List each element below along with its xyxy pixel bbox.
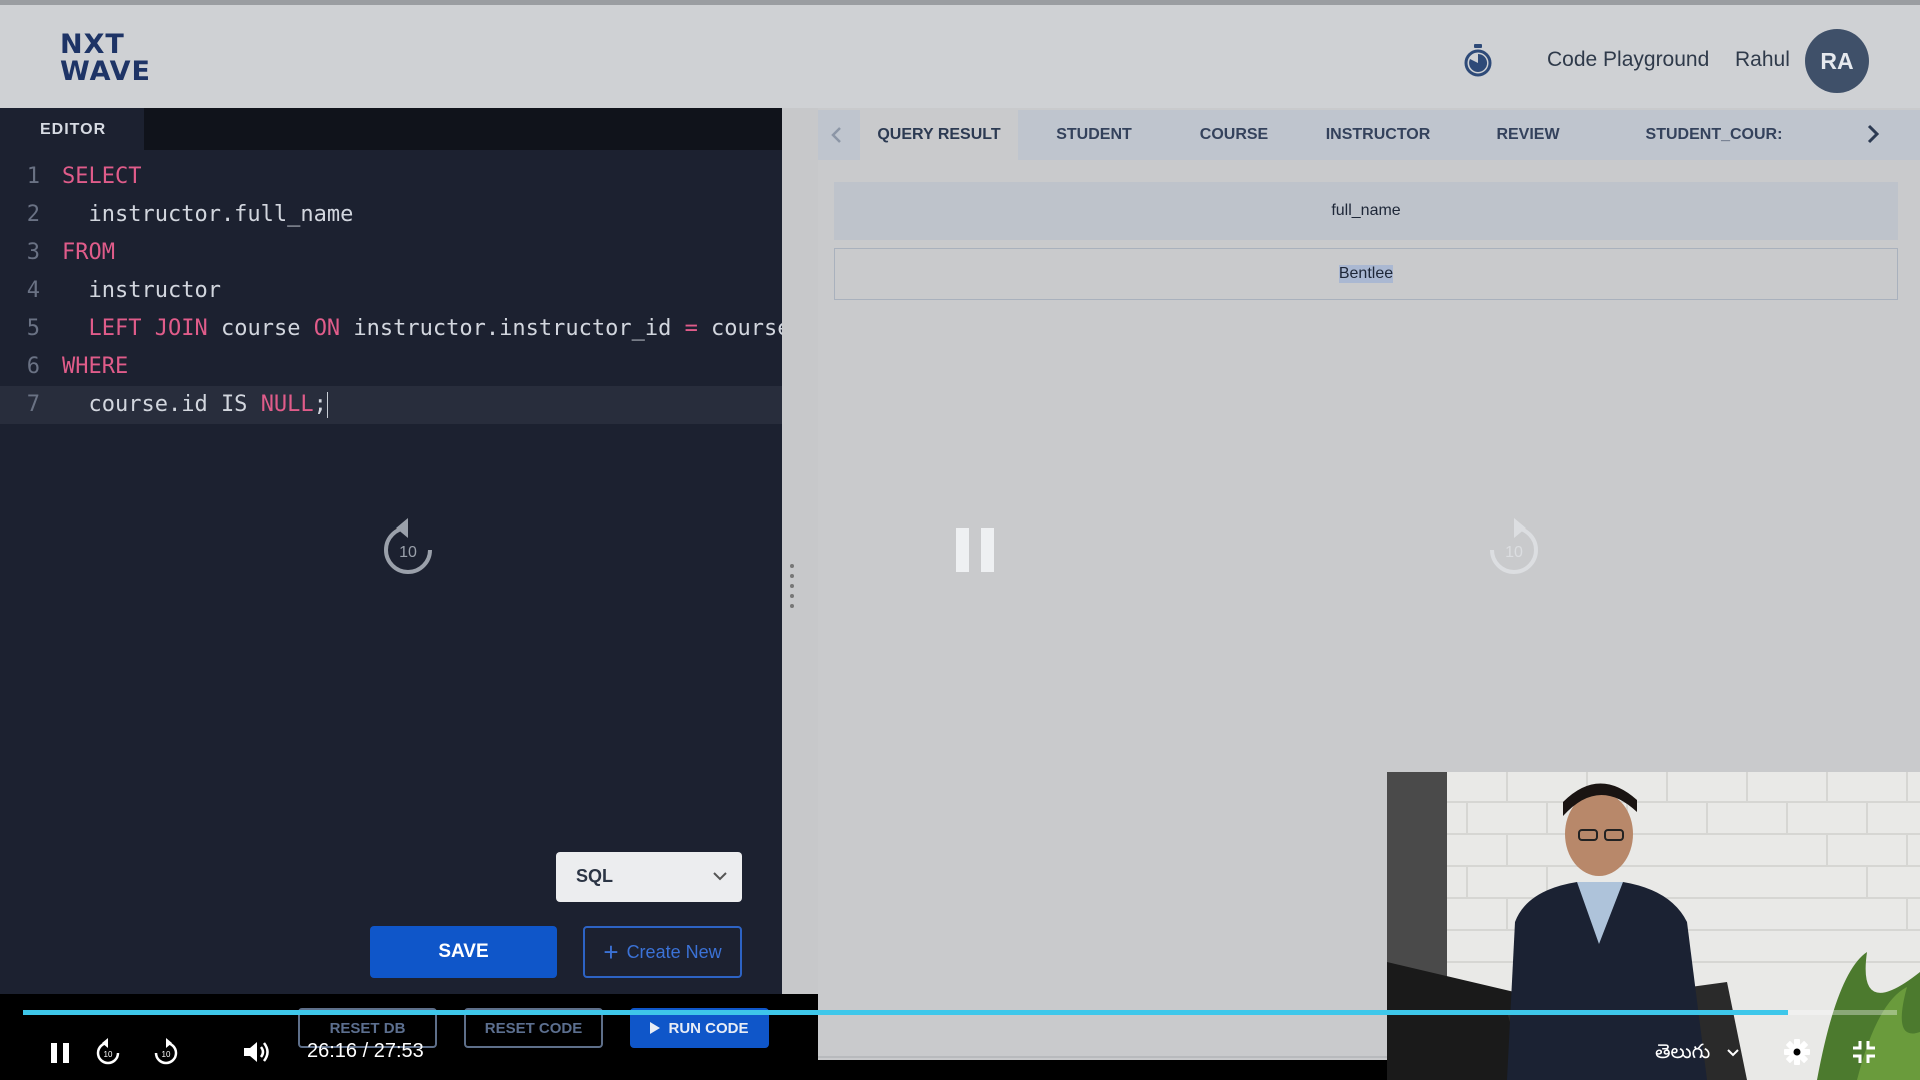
exit-fullscreen-icon[interactable] (1852, 1040, 1876, 1064)
code-editor[interactable]: EDITOR 1 SELECT 2 instructor.full_name 3 FRO… (0, 108, 782, 994)
code-line[interactable]: 5 LEFT JOIN course ON instructor.instruc… (0, 310, 782, 348)
result-tabbar: QUERY RESULT STUDENT COURSE INSTRUCTOR REVIE… (818, 110, 1920, 160)
pause-overlay-icon[interactable] (956, 528, 994, 572)
settings-gear-icon[interactable] (1784, 1039, 1810, 1065)
instructor-webcam-video (1387, 772, 1920, 1080)
video-progress-bar[interactable] (23, 1010, 1897, 1015)
total-duration: 27:53 (373, 1040, 424, 1062)
stopwatch-icon[interactable] (1462, 43, 1494, 77)
code-line[interactable]: 6 WHERE (0, 348, 782, 386)
plus-icon: + (603, 937, 619, 967)
svg-text:10: 10 (104, 1050, 113, 1059)
resize-grip-icon[interactable] (788, 564, 796, 616)
column-header-full-name: full_name (834, 182, 1898, 240)
top-header: NXT WAVE Code Playground Rahul RA (0, 0, 1920, 108)
code-keyword: SELECT (62, 164, 142, 189)
code-token: course. (711, 316, 782, 341)
audio-language-value: తెలుగు (1655, 1039, 1711, 1063)
editor-tabbar: EDITOR (0, 108, 782, 150)
code-keyword: LEFT JOIN (88, 316, 208, 341)
line-number: 7 (26, 392, 40, 417)
line-number: 4 (26, 278, 40, 303)
user-name: Rahul (1735, 48, 1790, 71)
line-number: 2 (26, 202, 40, 227)
code-text: SELECT (62, 158, 141, 196)
video-time: 26:16 / 27:53 (307, 1040, 424, 1063)
code-line[interactable]: 3 FROM (0, 234, 782, 272)
panel-divider[interactable] (782, 108, 818, 994)
play-icon (650, 1022, 661, 1034)
code-token: instructor (62, 278, 221, 303)
code-keyword: FROM (62, 240, 115, 265)
save-button[interactable]: SAVE (370, 926, 557, 978)
code-keyword: NULL (260, 392, 314, 417)
tab-query-result[interactable]: QUERY RESULT (860, 110, 1018, 160)
volume-icon[interactable] (242, 1039, 270, 1065)
create-new-label: Create New (626, 941, 722, 962)
pause-icon[interactable] (50, 1042, 70, 1064)
time-separator: / (362, 1040, 369, 1062)
code-keyword: ON (313, 316, 341, 341)
language-select-value: SQL (576, 866, 614, 886)
tab-student-cour[interactable]: STUDENT_COUR: (1598, 110, 1830, 160)
forward-10-icon[interactable]: 10 (152, 1036, 180, 1066)
line-number: 3 (26, 240, 40, 265)
svg-text:10: 10 (162, 1050, 171, 1059)
video-progress-fill (23, 1010, 1789, 1015)
chevron-right-icon[interactable] (1866, 124, 1880, 144)
code-keyword: WHERE (62, 354, 129, 379)
table-row: Bentlee (834, 248, 1898, 300)
code-text: course.id IS NULL; (62, 386, 328, 424)
line-number: 6 (26, 354, 40, 379)
create-new-button[interactable]: + Create New (583, 926, 742, 978)
editor-tab[interactable]: EDITOR (0, 108, 144, 150)
code-text: instructor (62, 272, 221, 310)
chevron-down-icon (1726, 1049, 1739, 1057)
code-token: instructor.instructor_id (340, 316, 685, 341)
tab-review[interactable]: REVIEW (1458, 110, 1598, 160)
tab-student[interactable]: STUDENT (1018, 110, 1170, 160)
code-playground-link[interactable]: Code Playground (1547, 48, 1709, 72)
logo-text-bottom: WAVE (60, 56, 151, 87)
logo-text-top: NXT (60, 29, 125, 60)
code-line[interactable]: 1 SELECT (0, 158, 782, 196)
audio-language-select[interactable]: తెలుగు (1655, 1039, 1739, 1068)
code-line[interactable]: 4 instructor (0, 272, 782, 310)
svg-text:10: 10 (399, 544, 417, 561)
code-keyword: = (684, 316, 698, 341)
chevron-left-icon[interactable] (830, 126, 844, 144)
table-cell[interactable]: Bentlee (1338, 265, 1394, 283)
avatar[interactable]: RA (1805, 29, 1869, 93)
code-area[interactable]: 1 SELECT 2 instructor.full_name 3 FROM 4 inst… (0, 158, 782, 424)
tab-instructor[interactable]: INSTRUCTOR (1298, 110, 1458, 160)
code-text: instructor.full_name (62, 196, 353, 234)
line-number: 5 (26, 316, 40, 341)
nxtwave-logo[interactable]: NXT WAVE (60, 31, 150, 89)
language-select[interactable]: SQL (556, 852, 742, 902)
tab-course[interactable]: COURSE (1170, 110, 1298, 160)
code-line[interactable]: 2 instructor.full_name (0, 196, 782, 234)
svg-text:10: 10 (1505, 544, 1523, 561)
code-token: instructor.full_name (62, 202, 354, 227)
code-text: LEFT JOIN course ON instructor.instructo… (62, 310, 783, 348)
seek-back-10-icon[interactable]: 10 (378, 514, 438, 578)
rewind-10-icon[interactable]: 10 (94, 1036, 122, 1066)
code-line[interactable]: 7 course.id IS NULL; (0, 386, 782, 424)
current-time: 26:16 (307, 1040, 358, 1062)
code-token: ; (313, 392, 327, 417)
code-token: course (207, 316, 314, 341)
seek-forward-10-icon[interactable]: 10 (1484, 514, 1544, 578)
chevron-down-icon (713, 872, 727, 881)
text-cursor (326, 392, 328, 418)
line-number: 1 (26, 164, 40, 189)
run-code-label: RUN CODE (668, 1019, 749, 1037)
code-text: WHERE (62, 348, 128, 386)
code-token: course.id IS (62, 392, 261, 417)
code-text: FROM (62, 234, 115, 272)
